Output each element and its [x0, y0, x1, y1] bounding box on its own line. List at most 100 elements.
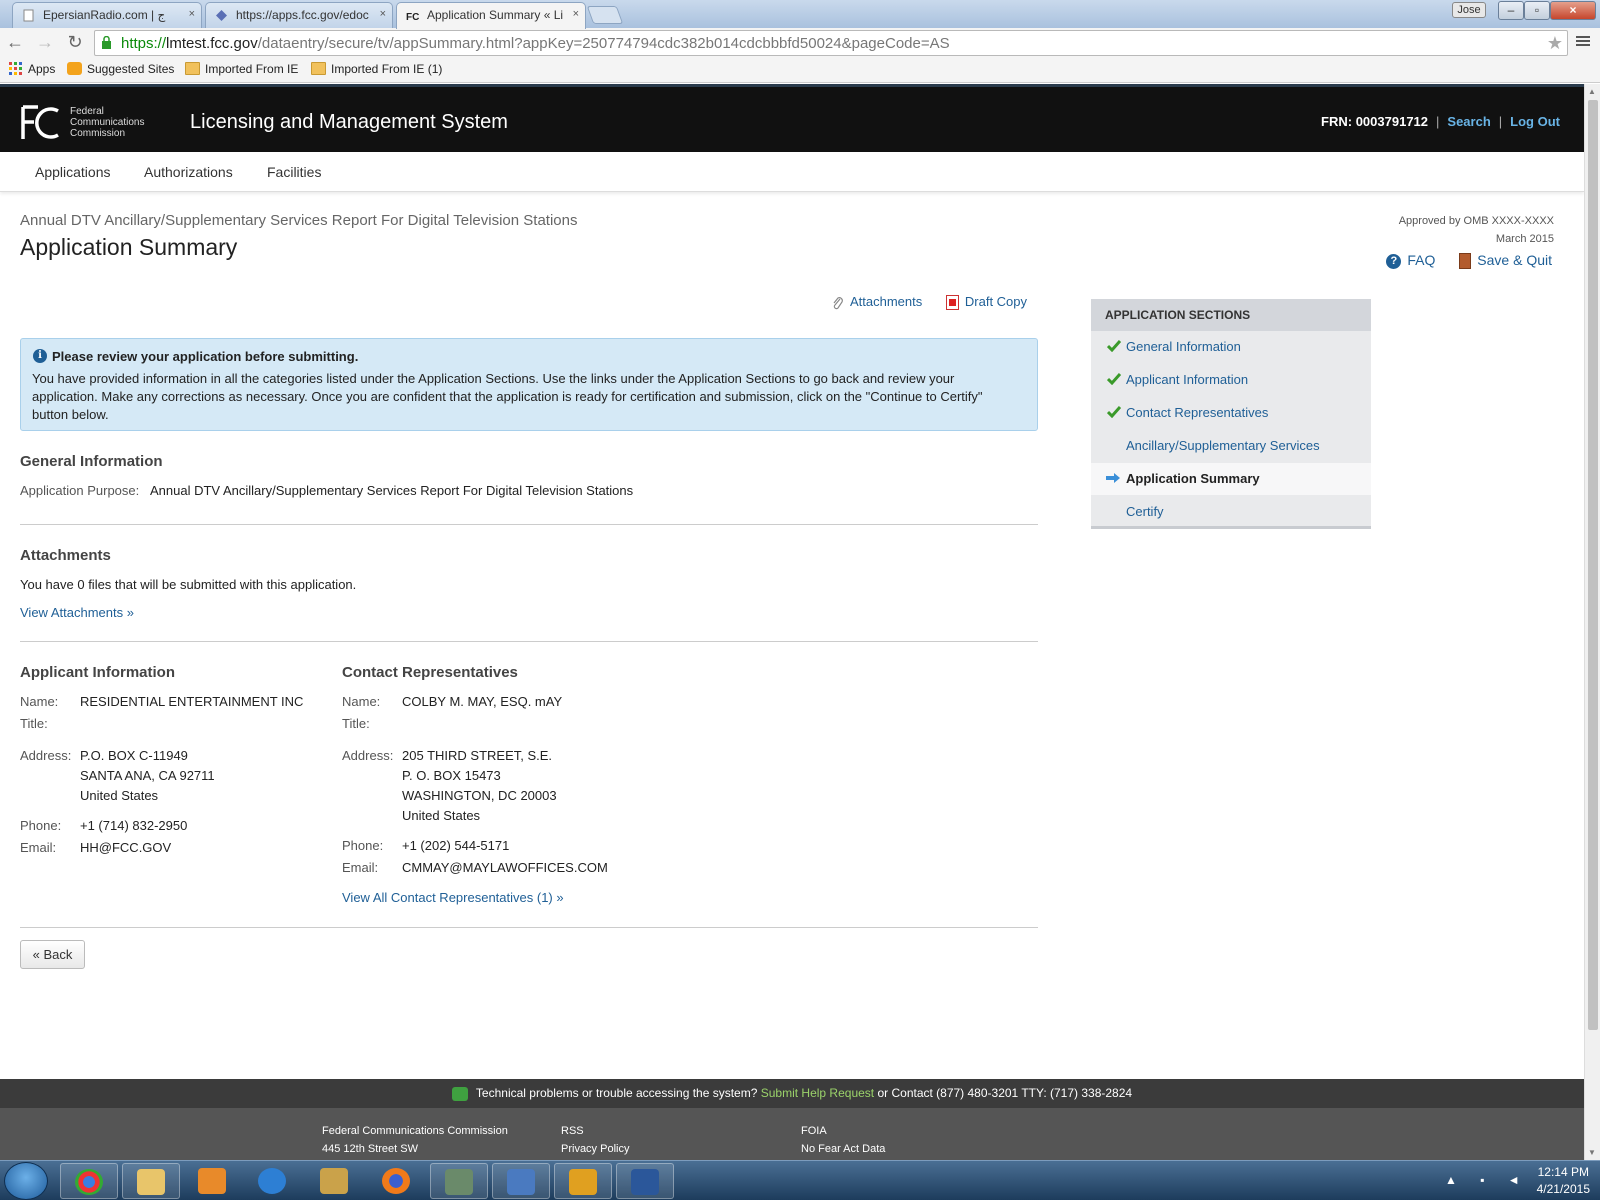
save-quit-link[interactable]: Save & Quit — [1459, 252, 1552, 270]
start-button[interactable] — [4, 1162, 48, 1200]
section-general-information[interactable]: General Information — [1091, 331, 1371, 363]
clock[interactable]: 12:14 PM 4/21/2015 — [1537, 1164, 1590, 1198]
applicant-address-line: P.O. BOX C-11949 — [80, 748, 188, 763]
logout-link[interactable]: Log Out — [1510, 114, 1560, 129]
taskbar-media[interactable] — [184, 1163, 242, 1199]
footer-col-address: Federal Communications Commission 445 12… — [322, 1125, 508, 1155]
taskbar-explorer[interactable] — [122, 1163, 180, 1199]
firefox-icon — [382, 1168, 410, 1194]
taskbar-app[interactable] — [430, 1163, 488, 1199]
chat-icon — [451, 1086, 468, 1101]
footer-link[interactable]: FOIA — [801, 1122, 885, 1140]
calculator-icon — [320, 1168, 348, 1194]
bookmark-star-icon[interactable]: ★ — [1547, 33, 1563, 54]
forward-arrow-icon[interactable]: → — [34, 32, 56, 54]
applicant-email: HH@FCC.GOV — [80, 840, 172, 855]
window-close-button[interactable]: × — [1550, 1, 1596, 20]
outlook-icon — [569, 1169, 597, 1195]
attachments-link[interactable]: Attachments — [832, 294, 922, 309]
view-attachments-link[interactable]: View Attachments » — [20, 605, 134, 620]
info-icon: i — [33, 349, 47, 363]
help-icon: ? — [1386, 253, 1402, 269]
section-application-summary[interactable]: Application Summary — [1091, 463, 1371, 495]
nav-applications[interactable]: Applications — [35, 164, 111, 180]
alert-heading: Please review your application before su… — [52, 349, 359, 364]
browser-tab-3[interactable]: FC Application Summary « Li × — [396, 2, 586, 29]
maximize-button[interactable]: ▫ — [1524, 1, 1550, 20]
tab-title: https://apps.fcc.gov/edoc — [236, 8, 369, 22]
back-arrow-icon[interactable]: ← — [4, 32, 26, 54]
media-player-icon — [198, 1168, 226, 1194]
faq-link[interactable]: ? FAQ — [1386, 252, 1435, 269]
footer-link[interactable]: No Fear Act Data — [801, 1140, 885, 1158]
contact-phone: +1 (202) 544-5171 — [402, 838, 510, 853]
contact-address-line: P. O. BOX 15473 — [402, 768, 501, 783]
taskbar-ie[interactable] — [244, 1163, 302, 1199]
section-certify[interactable]: Certify — [1091, 496, 1371, 528]
applicant-email-label: Email: — [20, 840, 57, 855]
close-icon[interactable]: × — [380, 8, 386, 20]
alert-body: You have provided information in all the… — [32, 371, 983, 422]
bookmark-apps[interactable]: Apps — [8, 62, 55, 76]
tray-icons[interactable]: ▲ ▪ ◄ — [1445, 1173, 1530, 1187]
word-icon — [631, 1169, 659, 1195]
browser-tab-2[interactable]: https://apps.fcc.gov/edoc × — [205, 2, 393, 28]
tab-title: EpersianRadio.com | ج — [43, 8, 166, 22]
fcc-logo — [21, 105, 59, 139]
contact-heading: Contact Representatives — [342, 664, 518, 681]
contact-address-line: 205 THIRD STREET, S.E. — [402, 748, 553, 763]
close-icon[interactable]: × — [189, 8, 195, 20]
scroll-down-icon[interactable]: ▼ — [1588, 1148, 1596, 1157]
nav-authorizations[interactable]: Authorizations — [144, 164, 233, 180]
url-text: https://lmtest.fcc.gov/dataentry/secure/… — [121, 35, 950, 52]
review-alert: i Please review your application before … — [20, 338, 1038, 431]
reload-icon[interactable]: ↻ — [64, 32, 86, 54]
general-info-heading: General Information — [20, 453, 163, 470]
nav-facilities[interactable]: Facilities — [267, 164, 321, 180]
bookmark-folder-ie-1[interactable]: Imported From IE (1) — [311, 62, 442, 76]
close-icon[interactable]: × — [573, 8, 579, 20]
lock-icon — [102, 36, 111, 49]
footer-link[interactable]: Privacy Policy — [561, 1140, 629, 1158]
scroll-up-icon[interactable]: ▲ — [1588, 87, 1596, 96]
section-contact-representatives[interactable]: Contact Representatives — [1091, 397, 1371, 429]
address-bar[interactable]: https://lmtest.fcc.gov/dataentry/secure/… — [94, 30, 1568, 56]
applicant-address-label: Address: — [20, 748, 72, 763]
footer-col-links: FOIA No Fear Act Data — [801, 1122, 885, 1158]
folder-icon — [185, 62, 200, 75]
attachments-heading: Attachments — [20, 547, 111, 564]
draft-copy-link[interactable]: Draft Copy — [945, 294, 1027, 311]
internet-explorer-icon — [258, 1168, 286, 1194]
divider — [20, 524, 1038, 525]
profile-button[interactable]: Jose — [1452, 2, 1486, 18]
browser-tab-1[interactable]: EpersianRadio.com | ج × — [12, 2, 202, 28]
footer-link[interactable]: RSS — [561, 1122, 629, 1140]
new-tab-button[interactable] — [586, 6, 624, 24]
taskbar-network[interactable] — [492, 1163, 550, 1199]
taskbar-app[interactable] — [306, 1163, 364, 1199]
section-ancillary-services[interactable]: Ancillary/Supplementary Services — [1091, 430, 1371, 462]
section-applicant-information[interactable]: Applicant Information — [1091, 364, 1371, 396]
taskbar-outlook[interactable] — [554, 1163, 612, 1199]
bookmark-suggested-sites[interactable]: Suggested Sites — [67, 62, 174, 76]
browser-titlebar: EpersianRadio.com | ج × https://apps.fcc… — [0, 0, 1600, 29]
minimize-button[interactable]: – — [1498, 1, 1524, 20]
network-icon — [507, 1169, 535, 1195]
view-contacts-link[interactable]: View All Contact Representatives (1) » — [342, 890, 564, 905]
bookmark-folder-ie[interactable]: Imported From IE — [185, 62, 298, 76]
sections-heading: APPLICATION SECTIONS — [1091, 299, 1371, 331]
checkmark-icon — [1107, 406, 1121, 418]
taskbar-word[interactable] — [616, 1163, 674, 1199]
help-bar: Technical problems or trouble accessing … — [0, 1079, 1584, 1108]
applicant-phone: +1 (714) 832-2950 — [80, 818, 188, 833]
back-button[interactable]: « Back — [20, 940, 85, 969]
page-scrollbar[interactable]: ▲ ▼ — [1584, 84, 1600, 1160]
door-icon — [1459, 253, 1472, 270]
menu-icon[interactable] — [1576, 34, 1590, 48]
applicant-phone-label: Phone: — [20, 818, 62, 833]
taskbar-chrome[interactable] — [60, 1163, 118, 1199]
taskbar-firefox[interactable] — [368, 1163, 426, 1199]
search-link[interactable]: Search — [1447, 114, 1490, 129]
scrollbar-thumb[interactable] — [1588, 100, 1598, 1030]
submit-help-link[interactable]: Submit Help Request — [761, 1086, 874, 1100]
